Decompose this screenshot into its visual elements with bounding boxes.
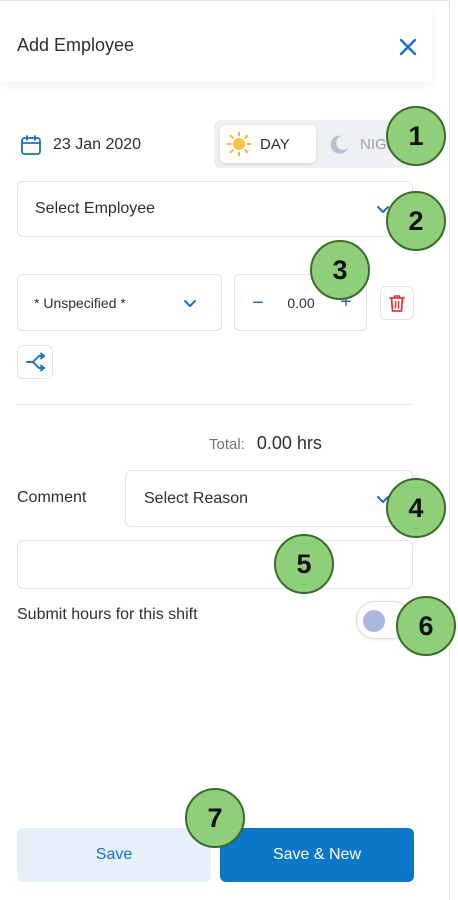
split-icon <box>26 352 45 372</box>
total-value: 0.00 hrs <box>256 433 322 453</box>
annotation-badge: 6 <box>396 596 456 656</box>
decrement-button[interactable]: − <box>249 293 267 313</box>
employee-select-value: Select Employee <box>35 200 156 217</box>
save-button[interactable]: Save <box>17 828 211 882</box>
split-shift-button[interactable] <box>17 345 53 379</box>
close-icon[interactable] <box>397 36 419 58</box>
total-label: Total: <box>209 436 245 453</box>
panel-edge <box>449 0 450 900</box>
comment-input[interactable] <box>17 540 413 589</box>
annotation-badge: 4 <box>386 478 446 538</box>
shift-date[interactable]: 23 Jan 2020 <box>20 132 141 158</box>
day-label: DAY <box>260 135 290 153</box>
annotation-badge: 2 <box>386 191 446 251</box>
date-text: 23 Jan 2020 <box>53 136 142 153</box>
trash-icon <box>389 295 405 312</box>
comment-label: Comment <box>17 489 87 506</box>
hours-value[interactable]: 0.00 <box>281 295 321 311</box>
moon-icon <box>330 135 348 154</box>
dialog-header: Add Employee <box>0 8 432 82</box>
role-select[interactable]: * Unspecified * <box>17 274 222 331</box>
submit-hours-label: Submit hours for this shift <box>17 606 198 623</box>
sun-icon <box>226 131 252 157</box>
reason-select-value: Select Reason <box>144 489 249 507</box>
chevron-down-icon <box>184 300 196 307</box>
reason-select[interactable]: Select Reason <box>125 470 413 527</box>
annotation-badge: 7 <box>185 788 245 848</box>
save-and-new-button[interactable]: Save & New <box>220 828 414 882</box>
day-night-toggle: DAY NIGHT <box>214 120 414 168</box>
toggle-knob <box>363 610 385 632</box>
role-select-value: * Unspecified * <box>34 294 126 311</box>
dialog-title: Add Employee <box>17 35 135 55</box>
calendar-icon <box>21 135 41 155</box>
delete-button[interactable] <box>380 286 414 320</box>
annotation-badge: 5 <box>274 534 334 594</box>
total-hours: Total: 0.00 hrs <box>209 433 322 457</box>
annotation-badge: 1 <box>386 106 446 166</box>
day-option[interactable]: DAY <box>220 125 316 163</box>
top-border <box>0 0 449 1</box>
annotation-badge: 3 <box>310 240 370 300</box>
employee-select[interactable]: Select Employee <box>17 181 413 237</box>
divider <box>17 404 413 405</box>
